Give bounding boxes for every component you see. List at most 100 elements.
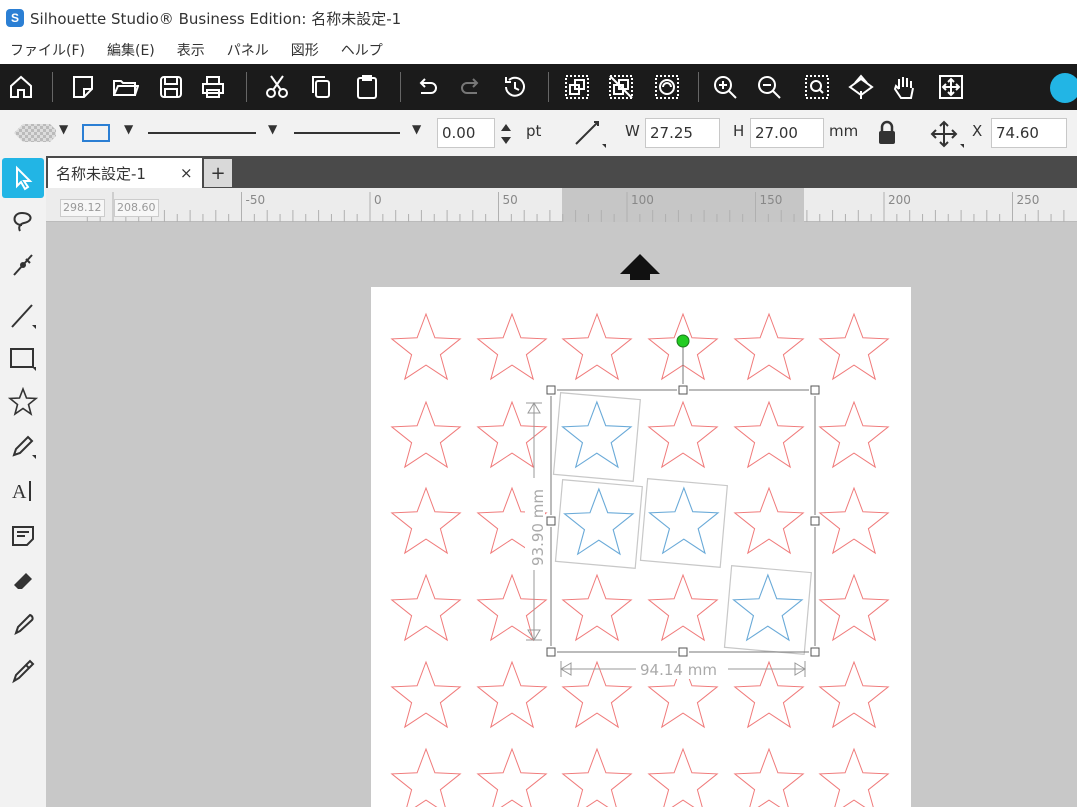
- line-tool-icon[interactable]: [2, 296, 44, 336]
- document-tab-label: 名称未設定-1: [56, 164, 146, 183]
- add-tab-button[interactable]: +: [204, 159, 232, 187]
- move-page-icon[interactable]: [844, 70, 878, 104]
- save-icon[interactable]: [154, 70, 188, 104]
- rectangle-tool-icon[interactable]: [2, 338, 44, 378]
- line-style-preview[interactable]: [148, 132, 256, 134]
- silhouette-studio-window: S Silhouette Studio® Business Edition: 名…: [0, 0, 1077, 807]
- ruler-ticks: -50 0 50 100 150 200 250: [86, 188, 1065, 222]
- svg-text:A: A: [12, 481, 27, 503]
- fill-pattern-icon[interactable]: [10, 120, 59, 146]
- line-join-dropdown-arrow[interactable]: ▼: [412, 122, 421, 136]
- ruler-tick-label: 100: [631, 193, 654, 207]
- undo-icon[interactable]: [410, 70, 444, 104]
- position-icon[interactable]: [926, 118, 966, 150]
- redo-icon[interactable]: [454, 70, 488, 104]
- compound-icon[interactable]: [650, 70, 684, 104]
- document-tab[interactable]: 名称未設定-1 ×: [48, 158, 202, 188]
- knife-tool-icon[interactable]: [2, 604, 44, 644]
- cutting-mat-page: [371, 287, 911, 807]
- resize-handle[interactable]: [810, 516, 820, 526]
- new-page-icon[interactable]: [66, 70, 100, 104]
- menu-file[interactable]: ファイル(F): [10, 40, 85, 60]
- ungroup-icon[interactable]: [604, 70, 638, 104]
- pencil-tool-icon[interactable]: [2, 426, 44, 466]
- fit-page-icon[interactable]: [934, 70, 968, 104]
- cursor-y-readout: 208.60: [114, 199, 159, 217]
- width-input[interactable]: 27.25: [645, 118, 720, 148]
- line-width-stepper[interactable]: [500, 120, 512, 148]
- window-title: Silhouette Studio® Business Edition: 名称未…: [30, 9, 402, 28]
- size-unit: mm: [829, 122, 859, 140]
- cursor-x-readout: 298.12: [60, 199, 105, 217]
- cut-icon[interactable]: [260, 70, 294, 104]
- history-icon[interactable]: [498, 70, 532, 104]
- ruler-tick-label: 0: [374, 193, 382, 207]
- pan-hand-icon[interactable]: [888, 70, 922, 104]
- x-label: X: [972, 122, 983, 140]
- selection-width-label: 94.14 mm: [640, 661, 717, 679]
- lock-aspect-icon[interactable]: [876, 120, 898, 146]
- design-mode-toggle[interactable]: [1050, 73, 1077, 103]
- eyedropper-tool-icon[interactable]: [2, 650, 44, 690]
- fill-dropdown-arrow[interactable]: ▼: [59, 122, 68, 136]
- app-icon: S: [6, 9, 24, 27]
- menu-panel[interactable]: パネル: [227, 40, 269, 60]
- ruler-tick-label: 50: [503, 193, 518, 207]
- close-tab-icon[interactable]: ×: [180, 164, 193, 182]
- resize-handle[interactable]: [546, 647, 556, 657]
- group-icon[interactable]: [560, 70, 594, 104]
- selected-star[interactable]: [554, 479, 643, 569]
- ruler-tick-label: -50: [246, 193, 266, 207]
- line-style-dropdown-arrow[interactable]: ▼: [268, 122, 277, 136]
- menu-shape[interactable]: 図形: [291, 40, 319, 60]
- selected-star[interactable]: [723, 565, 812, 655]
- select-tool-icon[interactable]: [2, 158, 44, 198]
- lasso-tool-icon[interactable]: [2, 200, 44, 240]
- page-scroll-up-icon[interactable]: [620, 254, 660, 280]
- left-tool-panel: A: [0, 156, 46, 807]
- home-icon[interactable]: [4, 70, 38, 104]
- eraser-tool-icon[interactable]: [2, 560, 44, 600]
- menu-help[interactable]: ヘルプ: [341, 40, 383, 60]
- line-color-swatch[interactable]: [82, 124, 110, 142]
- line-width-input[interactable]: 0.00: [437, 118, 495, 148]
- height-label: H: [733, 122, 745, 140]
- copy-icon[interactable]: [304, 70, 338, 104]
- line-tool-icon[interactable]: [572, 118, 608, 150]
- design-canvas[interactable]: 93.90 mm 94.14 mm: [46, 222, 1077, 807]
- canvas-drawing: 93.90 mm 94.14 mm: [371, 254, 911, 807]
- paste-icon[interactable]: [350, 70, 384, 104]
- height-input[interactable]: 27.00: [750, 118, 824, 148]
- selected-star[interactable]: [552, 392, 641, 482]
- resize-handle[interactable]: [810, 647, 820, 657]
- line-join-preview[interactable]: [294, 132, 400, 134]
- properties-bar: ▼ ▼ ▼ ▼ 0.00 pt W 27.25 H 27.00 mm X 74.…: [0, 110, 1077, 156]
- star-tool-icon[interactable]: [2, 382, 44, 422]
- text-style-tool-icon[interactable]: [2, 516, 44, 556]
- selected-star[interactable]: [639, 478, 728, 568]
- ruler-tick-label: 200: [888, 193, 911, 207]
- zoom-selection-icon[interactable]: [800, 70, 834, 104]
- zoom-out-icon[interactable]: [752, 70, 786, 104]
- line-color-dropdown-arrow[interactable]: ▼: [124, 122, 133, 136]
- x-position-input[interactable]: 74.60: [991, 118, 1067, 148]
- open-folder-icon[interactable]: [108, 70, 142, 104]
- horizontal-ruler: -50 0 50 100 150 200 250 298.12 208.60: [46, 188, 1077, 222]
- resize-handle[interactable]: [678, 647, 688, 657]
- resize-handle[interactable]: [810, 385, 820, 395]
- resize-handle[interactable]: [546, 516, 556, 526]
- print-icon[interactable]: [196, 70, 230, 104]
- selection-height-label: 93.90 mm: [529, 489, 547, 566]
- text-tool-icon[interactable]: A: [2, 470, 44, 510]
- menu-edit[interactable]: 編集(E): [107, 40, 155, 60]
- rotate-handle[interactable]: [676, 334, 690, 348]
- point-edit-tool-icon[interactable]: [2, 244, 44, 284]
- resize-handle[interactable]: [678, 385, 688, 395]
- main-toolbar: [0, 64, 1077, 110]
- resize-handle[interactable]: [546, 385, 556, 395]
- menu-view[interactable]: 表示: [177, 40, 205, 60]
- ruler-tick-label: 150: [760, 193, 783, 207]
- line-width-unit: pt: [526, 122, 542, 140]
- menu-bar: ファイル(F) 編集(E) 表示 パネル 図形 ヘルプ: [0, 36, 1077, 64]
- zoom-in-icon[interactable]: [708, 70, 742, 104]
